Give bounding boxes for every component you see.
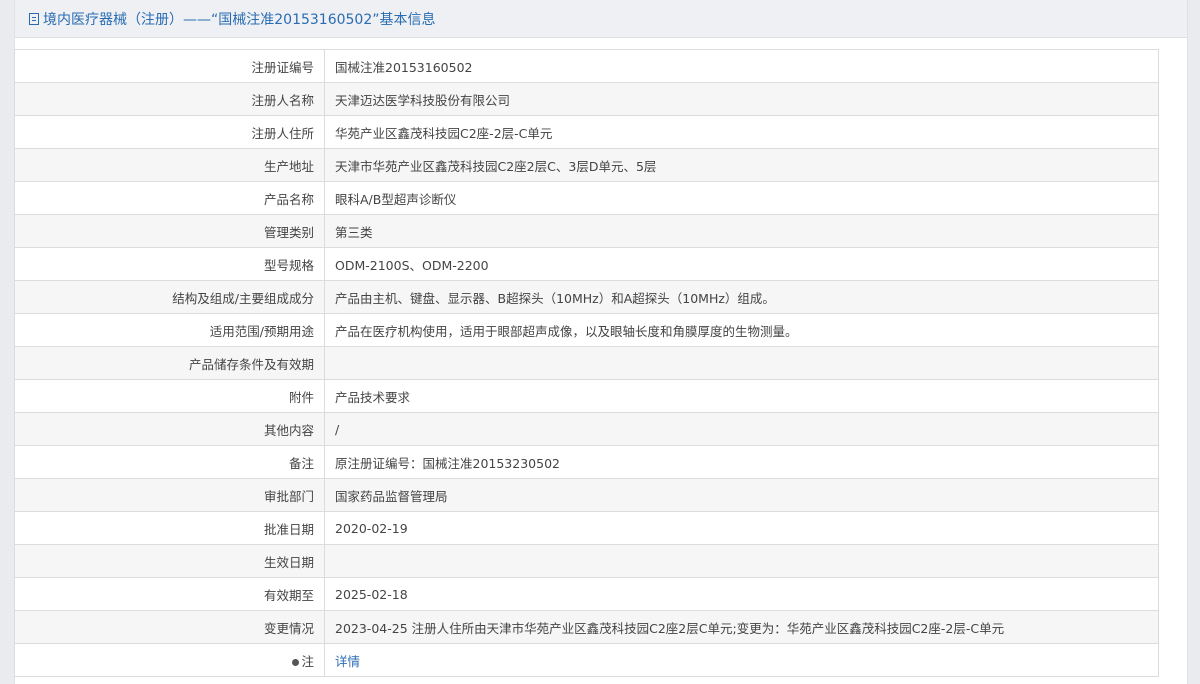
row-value: 2020-02-19 [324, 511, 1159, 545]
pin-icon [292, 658, 300, 666]
row-label: 型号规格 [14, 247, 325, 281]
table-row: 结构及组成/主要组成成分 产品由主机、键盘、显示器、B超探头（10MHz）和A超探… [14, 280, 1159, 314]
table-row: 有效期至 2025-02-18 [14, 577, 1159, 611]
note-row: 注 详情 [14, 643, 1159, 677]
table-row: 注册证编号 国械注准20153160502 [14, 49, 1159, 83]
row-label: 变更情况 [14, 610, 325, 644]
row-label: 管理类别 [14, 214, 325, 248]
row-value: 眼科A/B型超声诊断仪 [324, 181, 1159, 215]
table-row: 批准日期 2020-02-19 [14, 511, 1159, 545]
row-value: 产品在医疗机构使用，适用于眼部超声成像，以及眼轴长度和角膜厚度的生物测量。 [324, 313, 1159, 347]
info-table: 注册证编号 国械注准20153160502 注册人名称 天津迈达医学科技股份有限公司… [14, 49, 1159, 677]
row-value: 天津市华苑产业区鑫茂科技园C2座2层C、3层D单元、5层 [324, 148, 1159, 182]
row-label: 备注 [14, 445, 325, 479]
row-value [324, 544, 1159, 578]
row-label: 审批部门 [14, 478, 325, 512]
panel-header: 境内医疗器械（注册）——“国械注准20153160502”基本信息 [15, 0, 1187, 38]
document-icon [29, 12, 39, 25]
row-label: 注册人名称 [14, 82, 325, 116]
row-label: 注册证编号 [14, 49, 325, 83]
row-value: 国械注准20153160502 [324, 49, 1159, 83]
table-row: 生产地址 天津市华苑产业区鑫茂科技园C2座2层C、3层D单元、5层 [14, 148, 1159, 182]
row-label: 结构及组成/主要组成成分 [14, 280, 325, 314]
details-link[interactable]: 详情 [335, 654, 360, 669]
row-value: 原注册证编号：国械注准20153230502 [324, 445, 1159, 479]
row-label: 有效期至 [14, 577, 325, 611]
row-value: 天津迈达医学科技股份有限公司 [324, 82, 1159, 116]
table-row: 变更情况 2023-04-25 注册人住所由天津市华苑产业区鑫茂科技园C2座2层C… [14, 610, 1159, 644]
row-label: 适用范围/预期用途 [14, 313, 325, 347]
row-value: 2023-04-25 注册人住所由天津市华苑产业区鑫茂科技园C2座2层C单元;变… [324, 610, 1159, 644]
row-value: 国家药品监督管理局 [324, 478, 1159, 512]
table-row: 产品名称 眼科A/B型超声诊断仪 [14, 181, 1159, 215]
row-label: 产品储存条件及有效期 [14, 346, 325, 380]
row-label: 注册人住所 [14, 115, 325, 149]
row-label: 生效日期 [14, 544, 325, 578]
table-row: 审批部门 国家药品监督管理局 [14, 478, 1159, 512]
note-label-cell: 注 [14, 643, 325, 677]
row-label: 附件 [14, 379, 325, 413]
table-row: 适用范围/预期用途 产品在医疗机构使用，适用于眼部超声成像，以及眼轴长度和角膜厚度… [14, 313, 1159, 347]
table-row: 附件 产品技术要求 [14, 379, 1159, 413]
row-value: 产品技术要求 [324, 379, 1159, 413]
note-value-cell: 详情 [324, 643, 1159, 677]
row-value: 2025-02-18 [324, 577, 1159, 611]
table-row: 注册人名称 天津迈达医学科技股份有限公司 [14, 82, 1159, 116]
table-row: 注册人住所 华苑产业区鑫茂科技园C2座-2层-C单元 [14, 115, 1159, 149]
row-label: 产品名称 [14, 181, 325, 215]
table-row: 备注 原注册证编号：国械注准20153230502 [14, 445, 1159, 479]
row-value: ODM-2100S、ODM-2200 [324, 247, 1159, 281]
row-label: 生产地址 [14, 148, 325, 182]
table-row: 管理类别 第三类 [14, 214, 1159, 248]
row-value: 产品由主机、键盘、显示器、B超探头（10MHz）和A超探头（10MHz）组成。 [324, 280, 1159, 314]
row-value: / [324, 412, 1159, 446]
table-row: 产品储存条件及有效期 [14, 346, 1159, 380]
note-label: 注 [301, 653, 314, 669]
row-label: 批准日期 [14, 511, 325, 545]
table-row: 生效日期 [14, 544, 1159, 578]
table-row: 其他内容 / [14, 412, 1159, 446]
table-row: 型号规格 ODM-2100S、ODM-2200 [14, 247, 1159, 281]
row-value: 华苑产业区鑫茂科技园C2座-2层-C单元 [324, 115, 1159, 149]
row-value [324, 346, 1159, 380]
row-value: 第三类 [324, 214, 1159, 248]
row-label: 其他内容 [14, 412, 325, 446]
page-title: 境内医疗器械（注册）——“国械注准20153160502”基本信息 [43, 11, 436, 28]
